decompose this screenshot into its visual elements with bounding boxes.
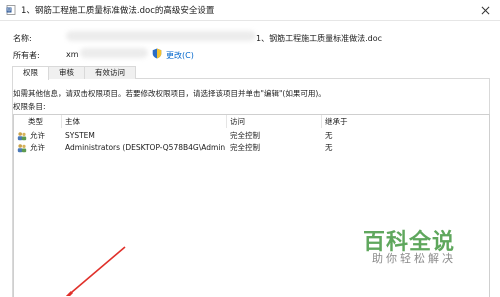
column-inherited-from[interactable]: 继承于 bbox=[322, 115, 489, 128]
owner-value: xm bbox=[66, 50, 79, 59]
close-icon bbox=[481, 6, 489, 14]
word-doc-icon: W bbox=[6, 5, 16, 15]
tab-effective-access[interactable]: 有效访问 bbox=[84, 66, 136, 79]
permission-table[interactable]: 类型 主体 访问 继承于 允许 SYSTEM 完全控制 无 允许 Adminis… bbox=[13, 114, 490, 297]
column-principal[interactable]: 主体 bbox=[62, 115, 227, 128]
tab-strip: 权限 审核 有效访问 bbox=[12, 66, 136, 80]
row-principal: Administrators (DESKTOP-Q578B4G\Administ… bbox=[65, 143, 225, 152]
file-name-value: 1、钢筋工程施工质量标准做法.doc bbox=[256, 34, 383, 43]
permission-entries-label: 权限条目: bbox=[13, 102, 46, 111]
row-inherited: 无 bbox=[325, 143, 333, 152]
row-principal: SYSTEM bbox=[65, 131, 95, 140]
row-type: 允许 bbox=[30, 131, 45, 140]
table-row[interactable]: 允许 Administrators (DESKTOP-Q578B4G\Admin… bbox=[14, 142, 489, 154]
name-label: 名称: bbox=[13, 34, 32, 43]
info-text: 如需其他信息，请双击权限项目。若要修改权限项目，请选择该项目并单击"编辑"(如果… bbox=[13, 89, 326, 98]
owner-label: 所有者: bbox=[13, 51, 40, 60]
change-owner-link[interactable]: 更改(C) bbox=[166, 50, 194, 61]
redacted-owner bbox=[80, 48, 148, 58]
column-access[interactable]: 访问 bbox=[227, 115, 322, 128]
title-bar: W 1、钢筋工程施工质量标准做法.doc的高级安全设置 bbox=[0, 0, 500, 21]
row-inherited: 无 bbox=[325, 131, 333, 140]
window-title: 1、钢筋工程施工质量标准做法.doc的高级安全设置 bbox=[21, 6, 215, 16]
row-access: 完全控制 bbox=[230, 131, 260, 140]
column-type[interactable]: 类型 bbox=[14, 115, 62, 128]
user-group-icon bbox=[17, 132, 27, 141]
table-row[interactable]: 允许 SYSTEM 完全控制 无 bbox=[14, 130, 489, 142]
svg-text:W: W bbox=[7, 8, 11, 13]
watermark-subtitle: 助你轻松解决 bbox=[372, 252, 456, 265]
tab-permissions[interactable]: 权限 bbox=[12, 66, 49, 80]
redacted-path bbox=[66, 31, 256, 41]
tab-auditing[interactable]: 审核 bbox=[48, 66, 85, 79]
table-header: 类型 主体 访问 继承于 bbox=[14, 115, 489, 128]
row-type: 允许 bbox=[30, 143, 45, 152]
close-button[interactable] bbox=[470, 0, 500, 20]
shield-icon bbox=[152, 48, 162, 59]
row-access: 完全控制 bbox=[230, 143, 260, 152]
user-group-icon bbox=[17, 144, 27, 153]
